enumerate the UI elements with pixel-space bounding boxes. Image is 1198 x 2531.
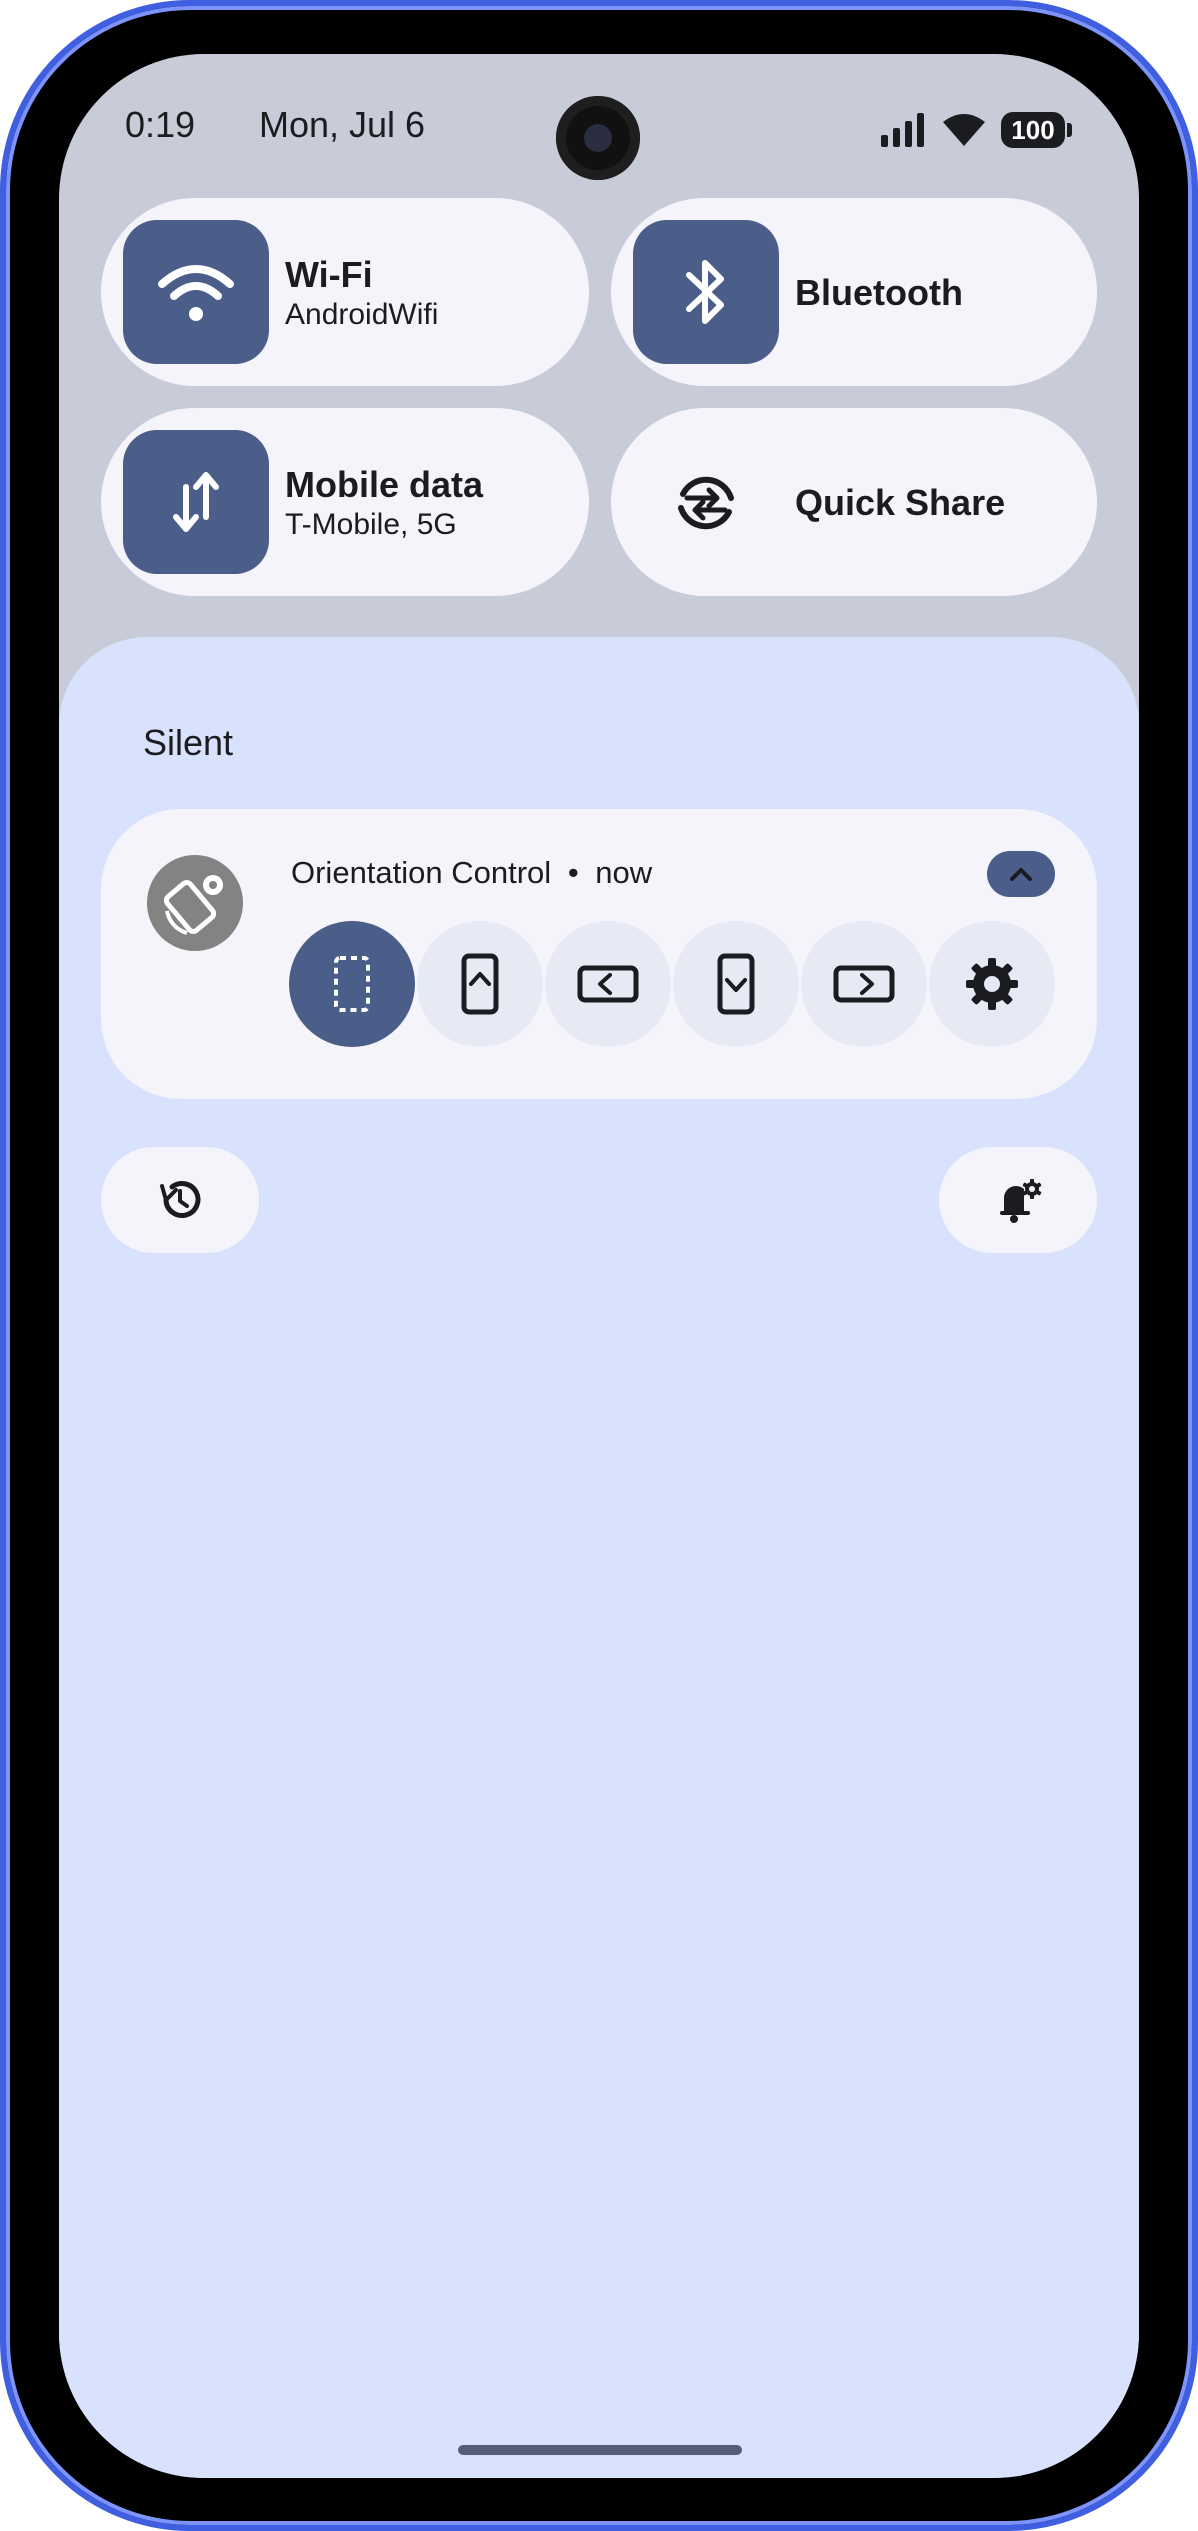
- bluetooth-icon: [686, 260, 724, 324]
- tile-quick-share-label: Quick Share: [795, 482, 1006, 523]
- landscape-left-icon: [577, 965, 639, 1003]
- notification-history-button[interactable]: [101, 1147, 259, 1253]
- tile-mobile-data-label: Mobile data: [285, 464, 484, 505]
- home-gesture-bar[interactable]: [458, 2445, 742, 2455]
- settings-button[interactable]: [929, 921, 1055, 1047]
- tile-mobile-data-sub: T-Mobile, 5G: [285, 508, 457, 541]
- notification-separator: •: [567, 855, 579, 890]
- auto-rotate-icon: [334, 956, 370, 1012]
- portrait-up-button[interactable]: [417, 921, 543, 1047]
- signal-icon: [881, 113, 924, 147]
- tile-quick-share[interactable]: Quick Share: [611, 408, 1097, 596]
- quick-share-icon: [678, 476, 734, 530]
- notification-header: Orientation Control • now: [291, 855, 652, 891]
- status-icons: 100: [881, 110, 1072, 150]
- battery-icon: 100: [1001, 112, 1072, 148]
- tile-wifi[interactable]: Wi-Fi AndroidWifi: [101, 198, 589, 386]
- expand-collapse-button[interactable]: [987, 851, 1055, 897]
- screen: 0:19 Mon, Jul 6 100 Wi-Fi AndroidWifi Bl…: [59, 54, 1139, 2478]
- history-icon: [160, 1181, 201, 1218]
- notification-settings-button[interactable]: [939, 1147, 1097, 1253]
- tile-bluetooth[interactable]: Bluetooth: [611, 198, 1097, 386]
- swap-vertical-icon: [173, 472, 219, 532]
- portrait-down-icon: [717, 953, 755, 1015]
- tile-wifi-sub: AndroidWifi: [285, 298, 439, 331]
- section-label-silent: Silent: [143, 722, 234, 763]
- tile-mobile-data-icon-box[interactable]: [123, 430, 269, 574]
- tile-bluetooth-label: Bluetooth: [795, 272, 963, 313]
- front-camera: [556, 96, 640, 180]
- notification-app-name: Orientation Control: [291, 855, 552, 890]
- tile-mobile-data[interactable]: Mobile data T-Mobile, 5G: [101, 408, 589, 596]
- status-bar: 0:19 Mon, Jul 6 100: [59, 54, 1139, 194]
- landscape-right-icon: [833, 965, 895, 1003]
- portrait-down-button[interactable]: [673, 921, 799, 1047]
- status-date: Mon, Jul 6: [259, 104, 426, 145]
- screen-rotation-settings-icon: [147, 855, 243, 951]
- wifi-icon: [158, 265, 234, 321]
- landscape-right-button[interactable]: [801, 921, 927, 1047]
- settings-gear-icon: [966, 958, 1018, 1010]
- notification-settings-icon: [1000, 1179, 1042, 1223]
- landscape-left-button[interactable]: [545, 921, 671, 1047]
- tile-wifi-label: Wi-Fi: [285, 254, 373, 295]
- chevron-up-icon: [1010, 868, 1032, 881]
- tile-bluetooth-icon-box[interactable]: [633, 220, 779, 364]
- notification-time: now: [595, 855, 653, 890]
- wifi-icon: [943, 114, 985, 146]
- tile-wifi-icon-box[interactable]: [123, 220, 269, 364]
- auto-rotate-button[interactable]: [289, 921, 415, 1047]
- status-time: 0:19: [125, 104, 196, 145]
- portrait-up-icon: [461, 953, 499, 1015]
- battery-level: 100: [1011, 115, 1055, 145]
- notification-card[interactable]: Orientation Control • now: [101, 809, 1097, 1099]
